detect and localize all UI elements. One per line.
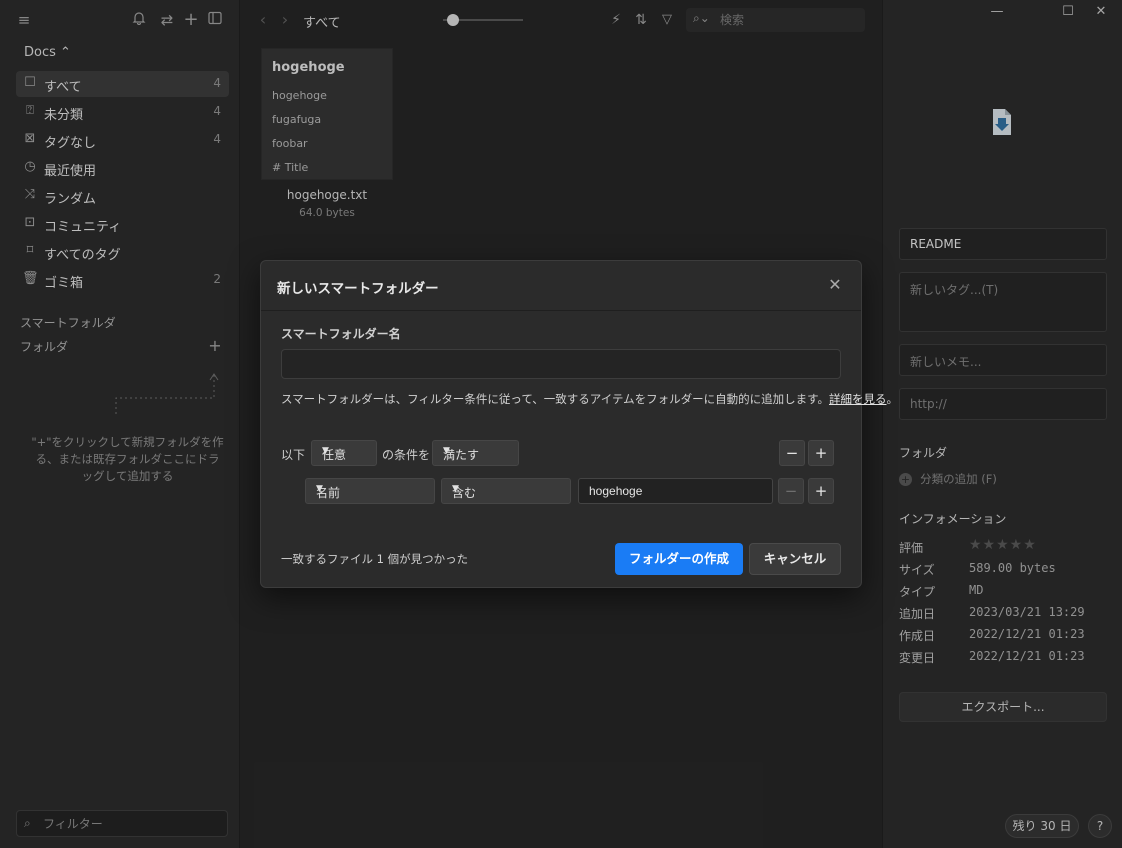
dropdown-arrow-icon: ▼ (322, 446, 329, 456)
dialog-title: 新しいスマートフォルダー (277, 281, 439, 297)
smart-folder-name-field[interactable] (281, 349, 841, 379)
add-rule-button[interactable]: + (808, 478, 834, 504)
add-group-button[interactable]: + (808, 440, 834, 466)
satisfy-select[interactable]: 満たす ▼ (432, 440, 519, 466)
dropdown-arrow-icon: ▼ (316, 484, 323, 494)
rule-operator-select[interactable]: 含む ▼ (441, 478, 571, 504)
new-smart-folder-dialog: 新しいスマートフォルダー ✕ スマートフォルダー名 スマートフォルダーは、フィル… (260, 260, 898, 588)
description-period: 。 (886, 392, 898, 406)
dropdown-arrow-icon: ▼ (452, 484, 459, 494)
remove-rule-button[interactable]: − (778, 478, 804, 504)
close-icon[interactable]: ✕ (825, 275, 845, 294)
dialog-header: 新しいスマートフォルダー ✕ (261, 261, 861, 311)
remove-group-button[interactable]: − (779, 440, 805, 466)
smart-folder-name-input[interactable] (282, 350, 840, 378)
rule-value-field[interactable] (578, 478, 773, 504)
condition-middle: の条件を (382, 448, 431, 462)
condition-prefix: 以下 (281, 448, 306, 462)
dropdown-arrow-icon: ▼ (443, 446, 450, 456)
smart-folder-name-label: スマートフォルダー名 (281, 327, 401, 341)
description-text: スマートフォルダーは、フィルター条件に従って、一致するアイテムをフォルダーに自動… (281, 392, 829, 406)
create-folder-button[interactable]: フォルダーの作成 (615, 543, 743, 575)
match-count-status: 一致するファイル 1 個が見つかった (281, 552, 469, 566)
dialog-description: スマートフォルダーは、フィルター条件に従って、一致するアイテムをフォルダーに自動… (281, 391, 898, 407)
rule-field-select[interactable]: 名前 ▼ (305, 478, 435, 504)
rule-value-input[interactable] (579, 479, 772, 503)
cancel-button[interactable]: キャンセル (749, 543, 841, 575)
match-mode-select[interactable]: 任意 ▼ (311, 440, 377, 466)
details-link[interactable]: 詳細を見る (829, 392, 887, 406)
